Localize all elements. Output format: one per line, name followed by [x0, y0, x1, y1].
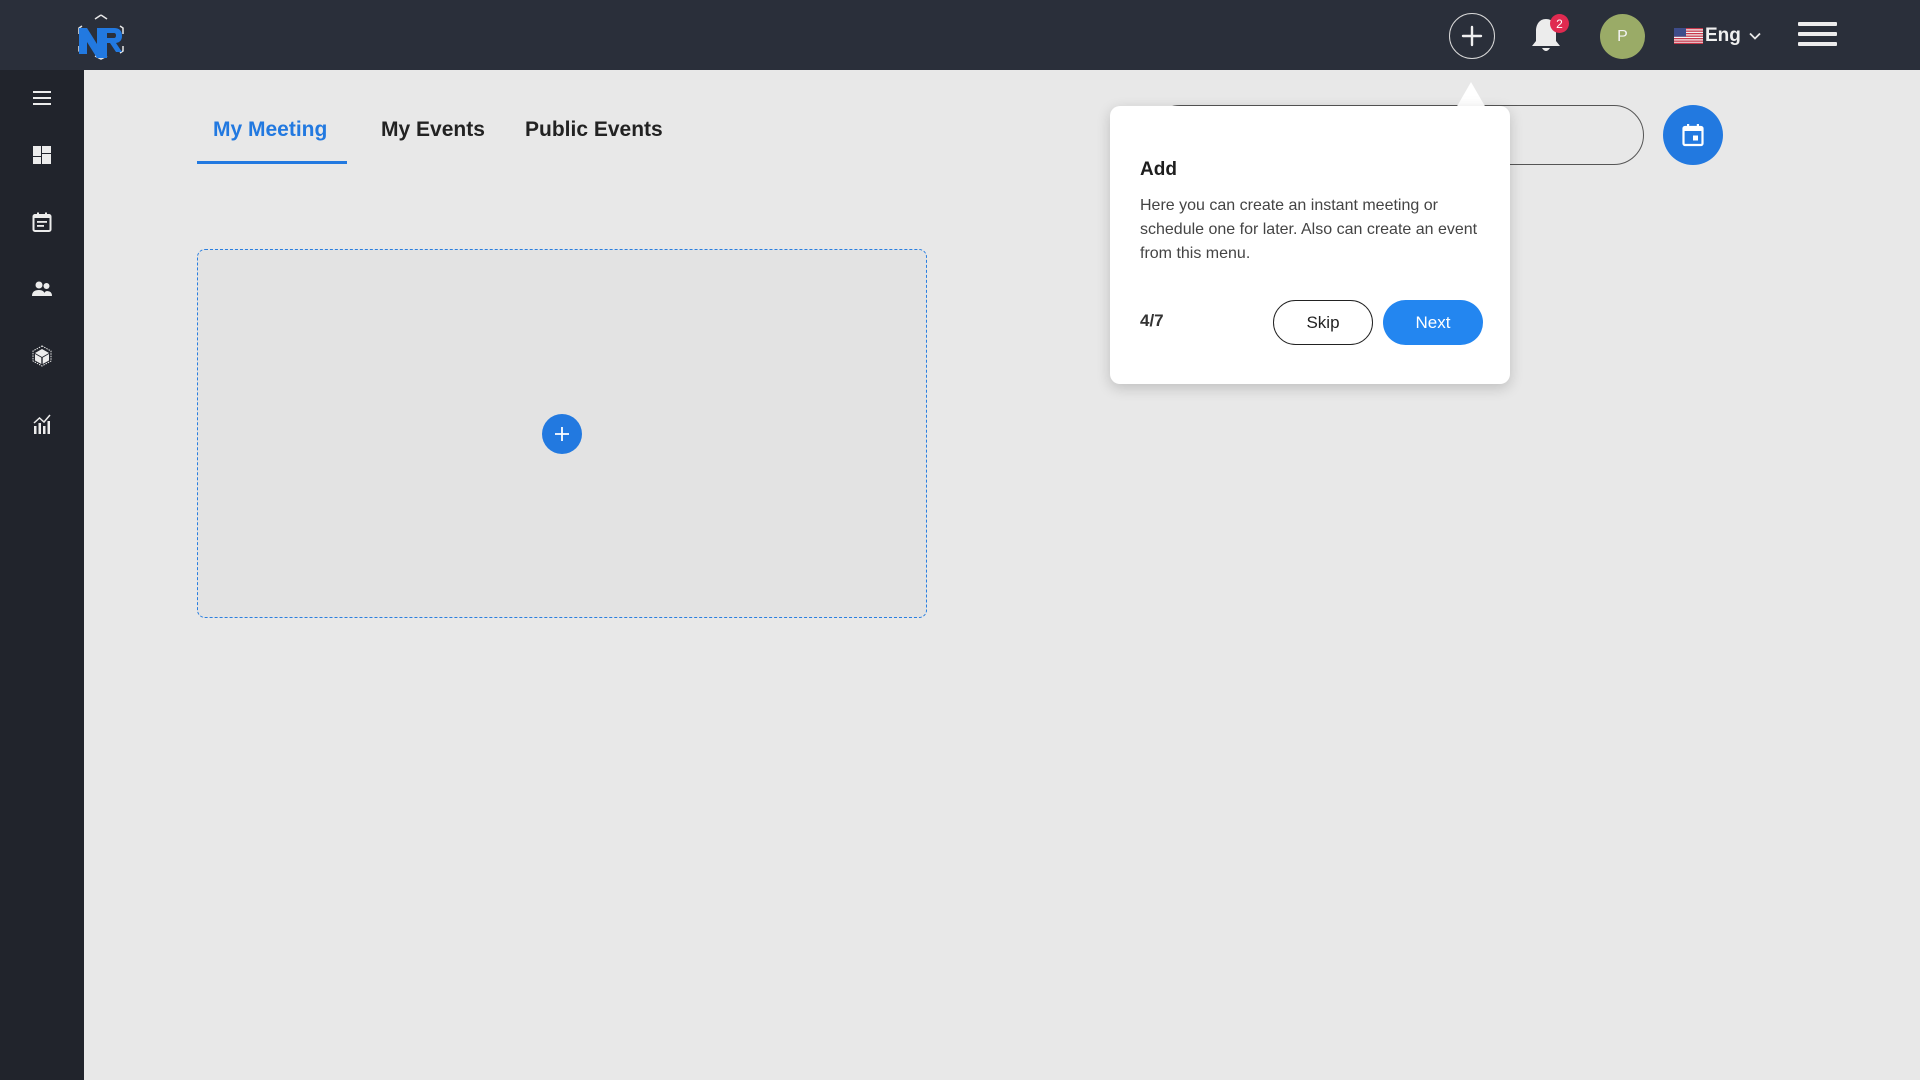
- user-avatar[interactable]: P: [1600, 14, 1645, 59]
- chevron-down-icon: [1749, 32, 1761, 40]
- sidebar-item-contacts[interactable]: [0, 267, 84, 311]
- notification-badge: 2: [1550, 14, 1569, 33]
- popover-arrow: [1456, 82, 1486, 108]
- calendar-note-icon: [32, 212, 52, 232]
- tour-popover: Add Here you can create an instant meeti…: [1110, 106, 1510, 384]
- cube-icon: [32, 345, 52, 367]
- hamburger-line: [1798, 32, 1837, 36]
- menu-icon: [33, 91, 51, 105]
- hamburger-line: [1798, 42, 1837, 46]
- analytics-icon: [33, 414, 51, 434]
- sidebar-item-meetings[interactable]: [0, 200, 84, 244]
- dashboard-icon: [33, 146, 51, 164]
- sidebar: [0, 70, 84, 1080]
- next-button[interactable]: Next: [1383, 300, 1483, 345]
- plus-icon: [1461, 25, 1483, 47]
- tab-my-meeting[interactable]: My Meeting: [213, 118, 327, 142]
- tour-step-counter: 4/7: [1140, 311, 1164, 330]
- plus-icon: [555, 427, 569, 441]
- calendar-button[interactable]: [1663, 105, 1723, 165]
- language-selector[interactable]: Eng: [1674, 22, 1761, 50]
- nr-logo-icon[interactable]: [76, 12, 126, 60]
- language-label: Eng: [1705, 25, 1741, 46]
- calendar-icon: [1682, 124, 1704, 147]
- active-tab-indicator: [197, 161, 347, 164]
- sidebar-item-menu[interactable]: [0, 76, 84, 120]
- tour-title: Add: [1140, 159, 1177, 180]
- tab-my-events[interactable]: My Events: [381, 118, 485, 142]
- sidebar-item-analytics[interactable]: [0, 402, 84, 446]
- sidebar-item-dashboard[interactable]: [0, 133, 84, 177]
- skip-button[interactable]: Skip: [1273, 300, 1373, 345]
- sidebar-item-products[interactable]: [0, 334, 84, 378]
- main-menu-button[interactable]: [1798, 22, 1837, 48]
- us-flag-icon: [1674, 28, 1703, 44]
- tour-description: Here you can create an instant meeting o…: [1140, 197, 1478, 262]
- tab-public-events[interactable]: Public Events: [525, 118, 663, 142]
- people-icon: [32, 281, 52, 296]
- top-header: 2 P Eng: [0, 0, 1920, 70]
- header-add-button[interactable]: [1449, 13, 1495, 59]
- create-meeting-button[interactable]: [542, 414, 582, 454]
- hamburger-line: [1798, 22, 1837, 26]
